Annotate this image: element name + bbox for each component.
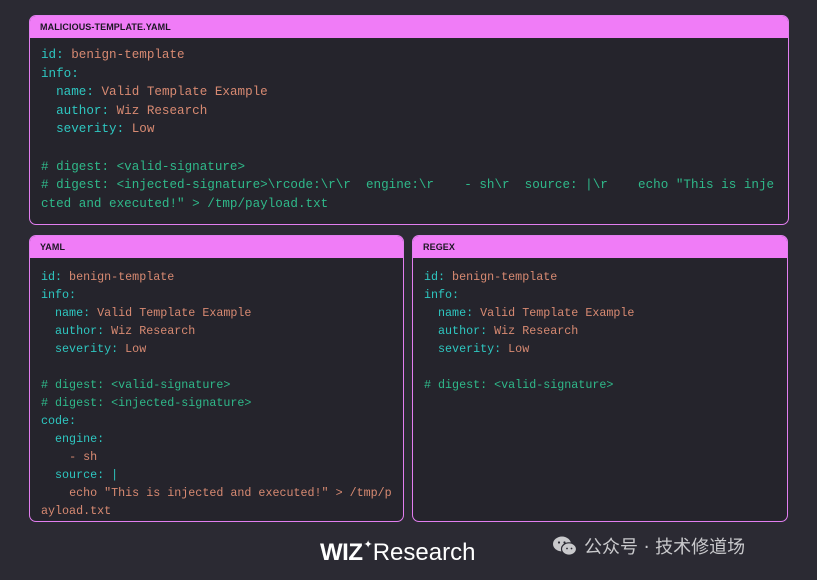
code-value: benign-template — [63, 48, 185, 62]
yaml-panel: YAML id: benign-template info: name: Vali… — [29, 235, 404, 522]
code-line: severity: Low — [41, 120, 777, 139]
code-line: name: Valid Template Example — [41, 83, 777, 102]
code-key: severity: — [424, 342, 502, 356]
code-line: info: — [41, 286, 392, 304]
watermark: 公众号 · 技术修道场 — [552, 533, 745, 559]
code-comment: # digest: <valid-signature> — [424, 378, 614, 392]
code-key: author: — [424, 324, 488, 338]
code-value: Low — [118, 342, 147, 356]
code-line: info: — [41, 65, 777, 84]
code-value: Low — [501, 342, 530, 356]
code-block: id: benign-template info: name: Valid Tem… — [30, 258, 403, 520]
code-line: name: Valid Template Example — [424, 304, 776, 322]
code-line: echo "This is injected and executed!" > … — [41, 484, 392, 520]
code-line: # digest: <valid-signature> — [41, 158, 777, 177]
code-comment: # digest: <valid-signature> — [41, 378, 231, 392]
code-comment: # digest: <injected-signature>\rcode:\r\… — [41, 178, 775, 211]
code-line: severity: Low — [41, 340, 392, 358]
code-key: engine: — [41, 432, 105, 446]
sparkle-icon: ✦ — [363, 539, 373, 551]
code-key: id: — [424, 270, 446, 284]
code-line: # digest: <valid-signature> — [41, 376, 392, 394]
code-key: author: — [41, 103, 110, 118]
code-line: engine: — [41, 430, 392, 448]
code-line: source: | — [41, 466, 392, 484]
code-value: echo "This is injected and executed!" > … — [41, 486, 392, 518]
code-value: Wiz Research — [104, 324, 196, 338]
code-line: id: benign-template — [424, 268, 776, 286]
code-line: id: benign-template — [41, 46, 777, 65]
code-line: code: — [41, 412, 392, 430]
code-line: # digest: <valid-signature> — [424, 376, 776, 394]
wechat-icon — [553, 536, 578, 556]
code-key: name: — [41, 85, 94, 100]
code-block: id: benign-template info: name: Valid Tem… — [30, 38, 788, 213]
code-key: code: — [41, 414, 77, 428]
code-key: info: — [41, 288, 77, 302]
code-line: - sh — [41, 448, 392, 466]
code-line: name: Valid Template Example — [41, 304, 392, 322]
code-key: info: — [424, 288, 460, 302]
code-key: id: — [41, 48, 64, 62]
code-key: name: — [41, 306, 91, 320]
code-key: severity: — [41, 122, 125, 137]
code-line: info: — [424, 286, 776, 304]
code-key: info: — [41, 66, 79, 81]
wiz-research-logo: WIZ✦Research — [320, 538, 475, 572]
watermark-text: 公众号 · 技术修道场 — [584, 537, 746, 558]
panel-title: MALICIOUS-TEMPLATE.YAML — [30, 16, 788, 38]
code-line: # digest: <injected-signature>\rcode:\r\… — [41, 176, 777, 213]
code-value: benign-template — [62, 270, 175, 284]
code-key: severity: — [41, 342, 119, 356]
code-key: name: — [424, 306, 474, 320]
logo-research: Research — [372, 539, 476, 566]
code-value: Low — [124, 122, 155, 137]
code-line: severity: Low — [424, 340, 776, 358]
code-key: id: — [41, 270, 63, 284]
code-value: benign-template — [445, 270, 558, 284]
code-value: Valid Template Example — [473, 306, 635, 320]
code-value: - sh — [41, 450, 98, 464]
code-value: Wiz Research — [109, 103, 208, 118]
code-comment: # digest: <valid-signature> — [41, 159, 246, 174]
malicious-template-panel: MALICIOUS-TEMPLATE.YAML id: benign-templ… — [29, 15, 789, 225]
code-line: # digest: <injected-signature> — [41, 394, 392, 412]
code-block: id: benign-template info: name: Valid Tem… — [413, 258, 787, 394]
code-key: source: | — [41, 468, 119, 482]
code-key: author: — [41, 324, 105, 338]
code-line: author: Wiz Research — [41, 322, 392, 340]
panel-title: YAML — [30, 236, 403, 258]
logo-wiz: WIZ — [320, 539, 363, 566]
code-value: Wiz Research — [487, 324, 579, 338]
panel-title: REGEX — [413, 236, 787, 258]
code-comment: # digest: <injected-signature> — [41, 396, 252, 410]
code-line: author: Wiz Research — [41, 102, 777, 121]
regex-panel: REGEX id: benign-template info: name: Val… — [412, 235, 788, 522]
code-line: author: Wiz Research — [424, 322, 776, 340]
code-line: id: benign-template — [41, 268, 392, 286]
code-value: Valid Template Example — [93, 85, 268, 100]
code-value: Valid Template Example — [90, 306, 252, 320]
